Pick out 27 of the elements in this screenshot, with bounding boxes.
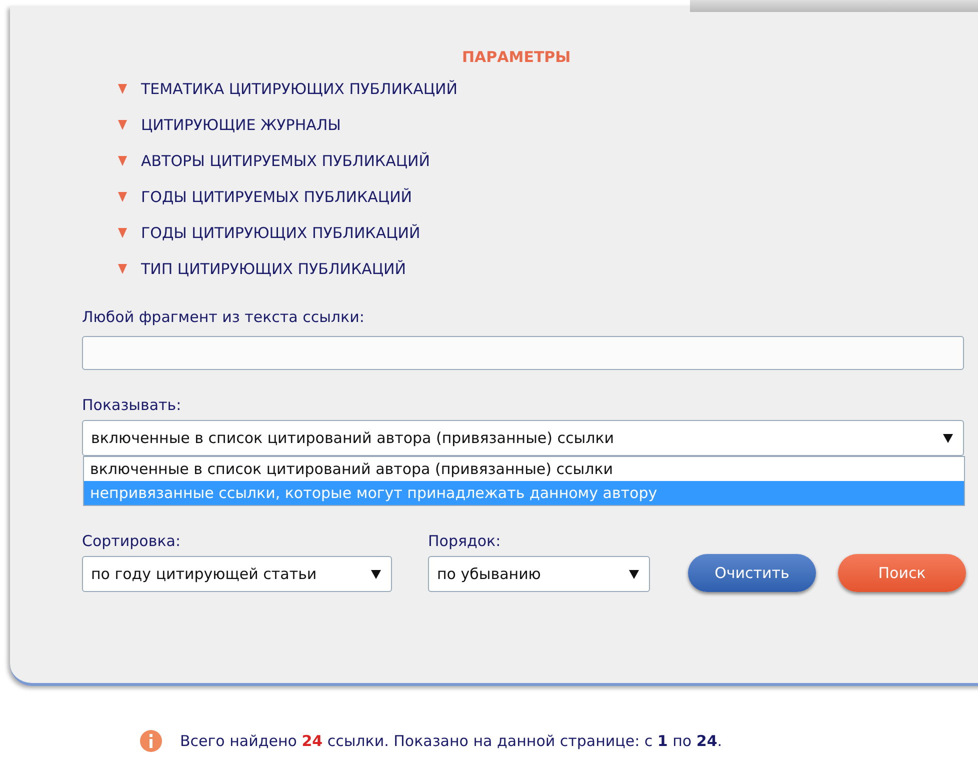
field-label: Показывать: [82,396,182,414]
caret-icon [943,434,953,442]
info-icon [140,730,162,752]
filter-section-toggle[interactable]: ТИП ЦИТИРУЮЩИХ ПУБЛИКАЦИЙ [118,260,978,278]
triangle-icon [118,84,127,94]
panel-title: ПАРАМЕТРЫ [462,48,571,66]
filter-section-toggle[interactable]: ЦИТИРУЮЩИЕ ЖУРНАЛЫ [118,116,978,134]
triangle-icon [118,228,127,238]
triangle-icon [118,120,127,130]
field-label: Порядок: [428,532,502,550]
filter-section-toggle[interactable]: ТЕМАТИКА ЦИТИРУЮЩИХ ПУБЛИКАЦИЙ [118,80,978,98]
order-select[interactable]: по убыванию [428,556,650,592]
filter-section-toggle[interactable]: ГОДЫ ЦИТИРУЮЩИХ ПУБЛИКАЦИЙ [118,224,978,242]
field-label: Любой фрагмент из текста ссылки: [82,308,366,326]
show-select[interactable]: включенные в список цитирований автора (привязанные) ссылки [82,420,964,456]
field-label: Сортировка: [82,532,182,550]
clear-button[interactable]: Очистить [688,554,816,592]
triangle-icon [118,264,127,274]
caret-icon [371,570,381,578]
triangle-icon [118,156,127,166]
sort-select[interactable]: по году цитирующей статьи [82,556,392,592]
filter-section-toggle[interactable]: ГОДЫ ЦИТИРУЕМЫХ ПУБЛИКАЦИЙ [118,188,978,206]
triangle-icon [118,192,127,202]
text-fragment-field[interactable] [82,336,964,370]
caret-icon [629,570,639,578]
results-summary: Всего найдено 24 ссылки. Показано на данной странице: с 1 по 24. [180,732,722,750]
filter-section-toggle[interactable]: АВТОРЫ ЦИТИРУЕМЫХ ПУБЛИКАЦИЙ [118,152,978,170]
